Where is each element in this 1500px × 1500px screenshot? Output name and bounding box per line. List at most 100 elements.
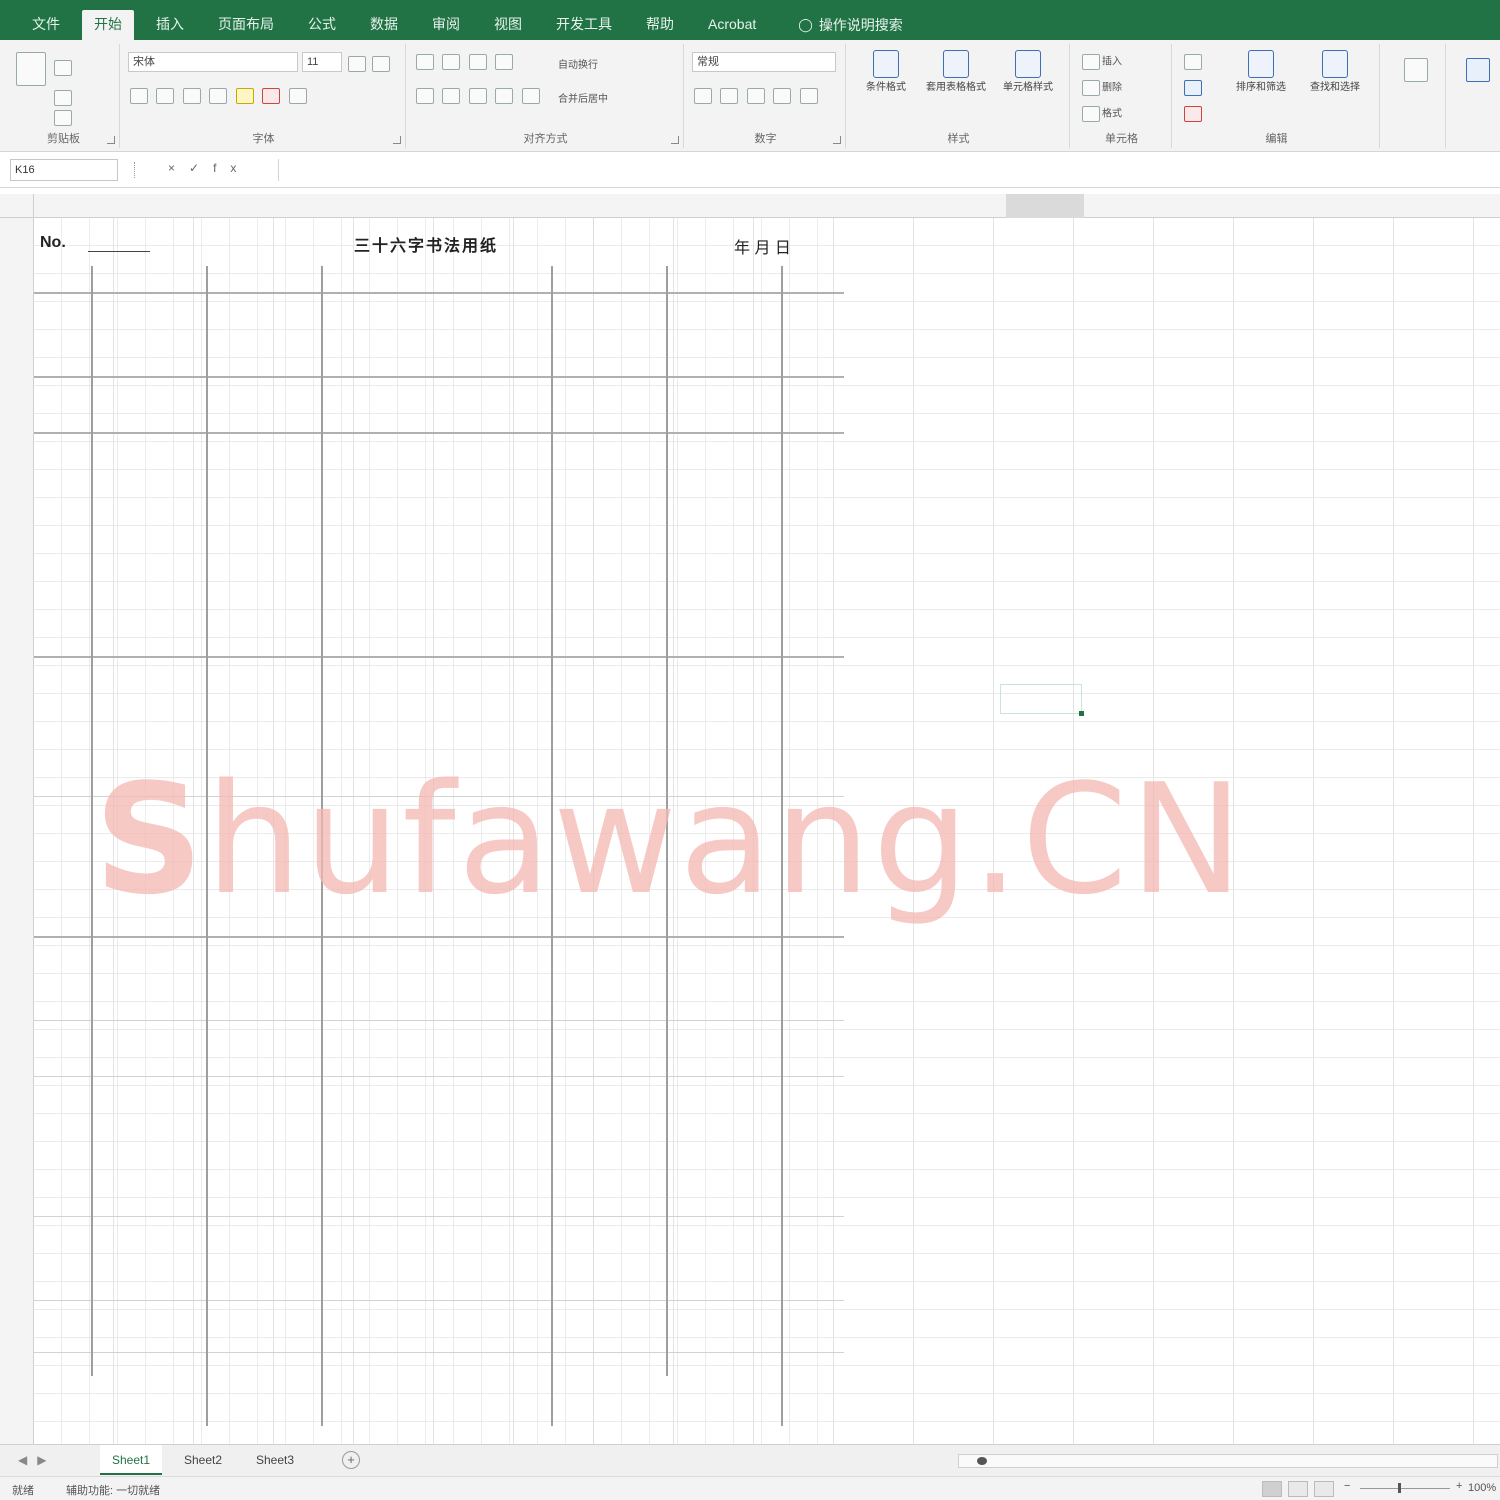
comma-style-icon[interactable]: [746, 88, 765, 104]
merge-center-button[interactable]: 合并后居中: [558, 90, 608, 105]
no-underline: [88, 251, 150, 252]
grid-border-line: [34, 936, 844, 938]
number-format-combo[interactable]: 常规: [692, 52, 836, 72]
name-box[interactable]: K16: [10, 159, 118, 181]
fill-handle[interactable]: [1079, 711, 1084, 716]
increase-font-icon[interactable]: [348, 56, 366, 72]
horizontal-scrollbar[interactable]: [958, 1454, 1498, 1468]
tab-acrobat[interactable]: Acrobat: [696, 10, 768, 40]
select-all-corner[interactable]: [0, 194, 34, 218]
cell-styles-icon: [1015, 50, 1041, 78]
worksheet-grid[interactable]: No. 三十六字书法用纸 年 月 日: [34, 218, 1500, 1444]
sort-filter-button[interactable]: 排序和筛选: [1226, 50, 1296, 94]
increase-decimal-icon[interactable]: [773, 88, 792, 104]
copy-icon[interactable]: [54, 90, 72, 106]
tab-view[interactable]: 视图: [482, 10, 534, 40]
italic-icon[interactable]: [156, 88, 175, 104]
phonetic-icon[interactable]: [288, 88, 307, 104]
format-cells-button[interactable]: 格式: [1080, 104, 1122, 124]
align-top-icon[interactable]: [416, 54, 434, 70]
format-cells-icon: [1082, 106, 1100, 122]
fill-icon[interactable]: [1184, 80, 1202, 96]
font-launcher-icon[interactable]: [393, 136, 401, 144]
tab-formulas[interactable]: 公式: [296, 10, 348, 40]
format-painter-icon[interactable]: [54, 110, 72, 126]
group-clipboard: 剪贴板: [8, 44, 120, 148]
page-break-view-icon[interactable]: [1314, 1481, 1334, 1497]
zoom-in-icon[interactable]: +: [1456, 1480, 1462, 1492]
clipboard-launcher-icon[interactable]: [107, 136, 115, 144]
zoom-slider-knob[interactable]: [1398, 1483, 1401, 1493]
font-size-combo[interactable]: 11: [302, 52, 342, 72]
ribbon-home: 剪贴板 宋体 11 字体 自动换行 合并后居中 对齐方式 常规 数字 条件格式 …: [0, 40, 1500, 152]
status-accessibility[interactable]: 辅助功能: 一切就绪: [66, 1482, 160, 1498]
tab-data[interactable]: 数据: [358, 10, 410, 40]
align-bottom-icon[interactable]: [468, 54, 487, 70]
cut-icon[interactable]: [54, 60, 73, 76]
zoom-slider[interactable]: [1360, 1488, 1450, 1489]
selected-column-header[interactable]: [1006, 194, 1084, 218]
sheet-nav-arrows-icon[interactable]: ◀▶: [18, 1453, 56, 1467]
grid-border-line: [34, 656, 844, 658]
currency-icon[interactable]: [694, 88, 712, 104]
zoom-level[interactable]: 100%: [1468, 1482, 1496, 1494]
font-name-combo[interactable]: 宋体: [128, 52, 298, 72]
fx-icon[interactable]: ×✓fx: [168, 161, 250, 175]
formula-input[interactable]: [278, 159, 1494, 181]
find-select-button[interactable]: 查找和选择: [1300, 50, 1370, 94]
increase-indent-icon[interactable]: [521, 88, 540, 104]
fx-label: fx: [213, 161, 251, 175]
active-cell[interactable]: [1000, 684, 1084, 716]
cell-styles-button[interactable]: 单元格样式: [994, 50, 1062, 94]
row-headers[interactable]: [0, 218, 34, 1444]
delete-cells-button[interactable]: 删除: [1080, 78, 1122, 98]
add-sheet-button[interactable]: +: [342, 1451, 360, 1469]
autosum-icon[interactable]: [1184, 54, 1202, 70]
orientation-icon[interactable]: [495, 54, 514, 70]
align-right-icon[interactable]: [468, 88, 487, 104]
tell-me-search[interactable]: ◯ 操作说明搜索: [786, 10, 915, 40]
number-launcher-icon[interactable]: [833, 136, 841, 144]
align-center-icon[interactable]: [442, 88, 461, 104]
sort-filter-icon: [1248, 50, 1274, 78]
ideas-icon[interactable]: [1404, 58, 1428, 82]
wrap-text-button[interactable]: 自动换行: [558, 56, 598, 71]
tab-file[interactable]: 文件: [20, 10, 72, 40]
decrease-indent-icon[interactable]: [495, 88, 514, 104]
sheet-tab-3[interactable]: Sheet3: [244, 1445, 306, 1475]
clear-icon[interactable]: [1184, 106, 1202, 122]
zoom-out-icon[interactable]: −: [1344, 1480, 1350, 1492]
status-ready: 就绪: [12, 1485, 34, 1497]
conditional-format-button[interactable]: 条件格式: [854, 50, 918, 94]
alignment-launcher-icon[interactable]: [671, 136, 679, 144]
format-as-table-button[interactable]: 套用表格格式: [922, 50, 990, 94]
acrobat-icon[interactable]: [1466, 58, 1490, 82]
tab-help[interactable]: 帮助: [634, 10, 686, 40]
group-font: 宋体 11 字体: [122, 44, 406, 148]
underline-icon[interactable]: [182, 88, 201, 104]
percent-icon[interactable]: [720, 88, 739, 104]
insert-cells-button[interactable]: 插入: [1080, 52, 1122, 72]
normal-view-icon[interactable]: [1262, 1481, 1282, 1497]
sheet-tab-2[interactable]: Sheet2: [172, 1445, 234, 1475]
tab-insert[interactable]: 插入: [144, 10, 196, 40]
border-icon[interactable]: [209, 88, 228, 104]
tab-developer[interactable]: 开发工具: [544, 10, 624, 40]
group-cells: 插入 删除 格式 单元格: [1072, 44, 1172, 148]
decrease-font-icon[interactable]: [372, 56, 390, 72]
find-select-icon: [1322, 50, 1348, 78]
sheet-tab-1[interactable]: Sheet1: [100, 1445, 163, 1475]
font-color-icon[interactable]: [262, 88, 281, 104]
page-layout-view-icon[interactable]: [1288, 1481, 1308, 1497]
tab-home[interactable]: 开始: [82, 10, 134, 40]
align-left-icon[interactable]: [416, 88, 434, 104]
decrease-decimal-icon[interactable]: [799, 88, 818, 104]
tab-review[interactable]: 审阅: [420, 10, 472, 40]
fill-color-icon[interactable]: [235, 88, 254, 104]
scrollbar-thumb[interactable]: [977, 1457, 987, 1465]
paste-icon[interactable]: [16, 52, 46, 86]
bold-icon[interactable]: [130, 88, 148, 104]
align-middle-icon[interactable]: [442, 54, 461, 70]
tab-page-layout[interactable]: 页面布局: [206, 10, 286, 40]
formula-bar-splitter[interactable]: [134, 162, 138, 178]
